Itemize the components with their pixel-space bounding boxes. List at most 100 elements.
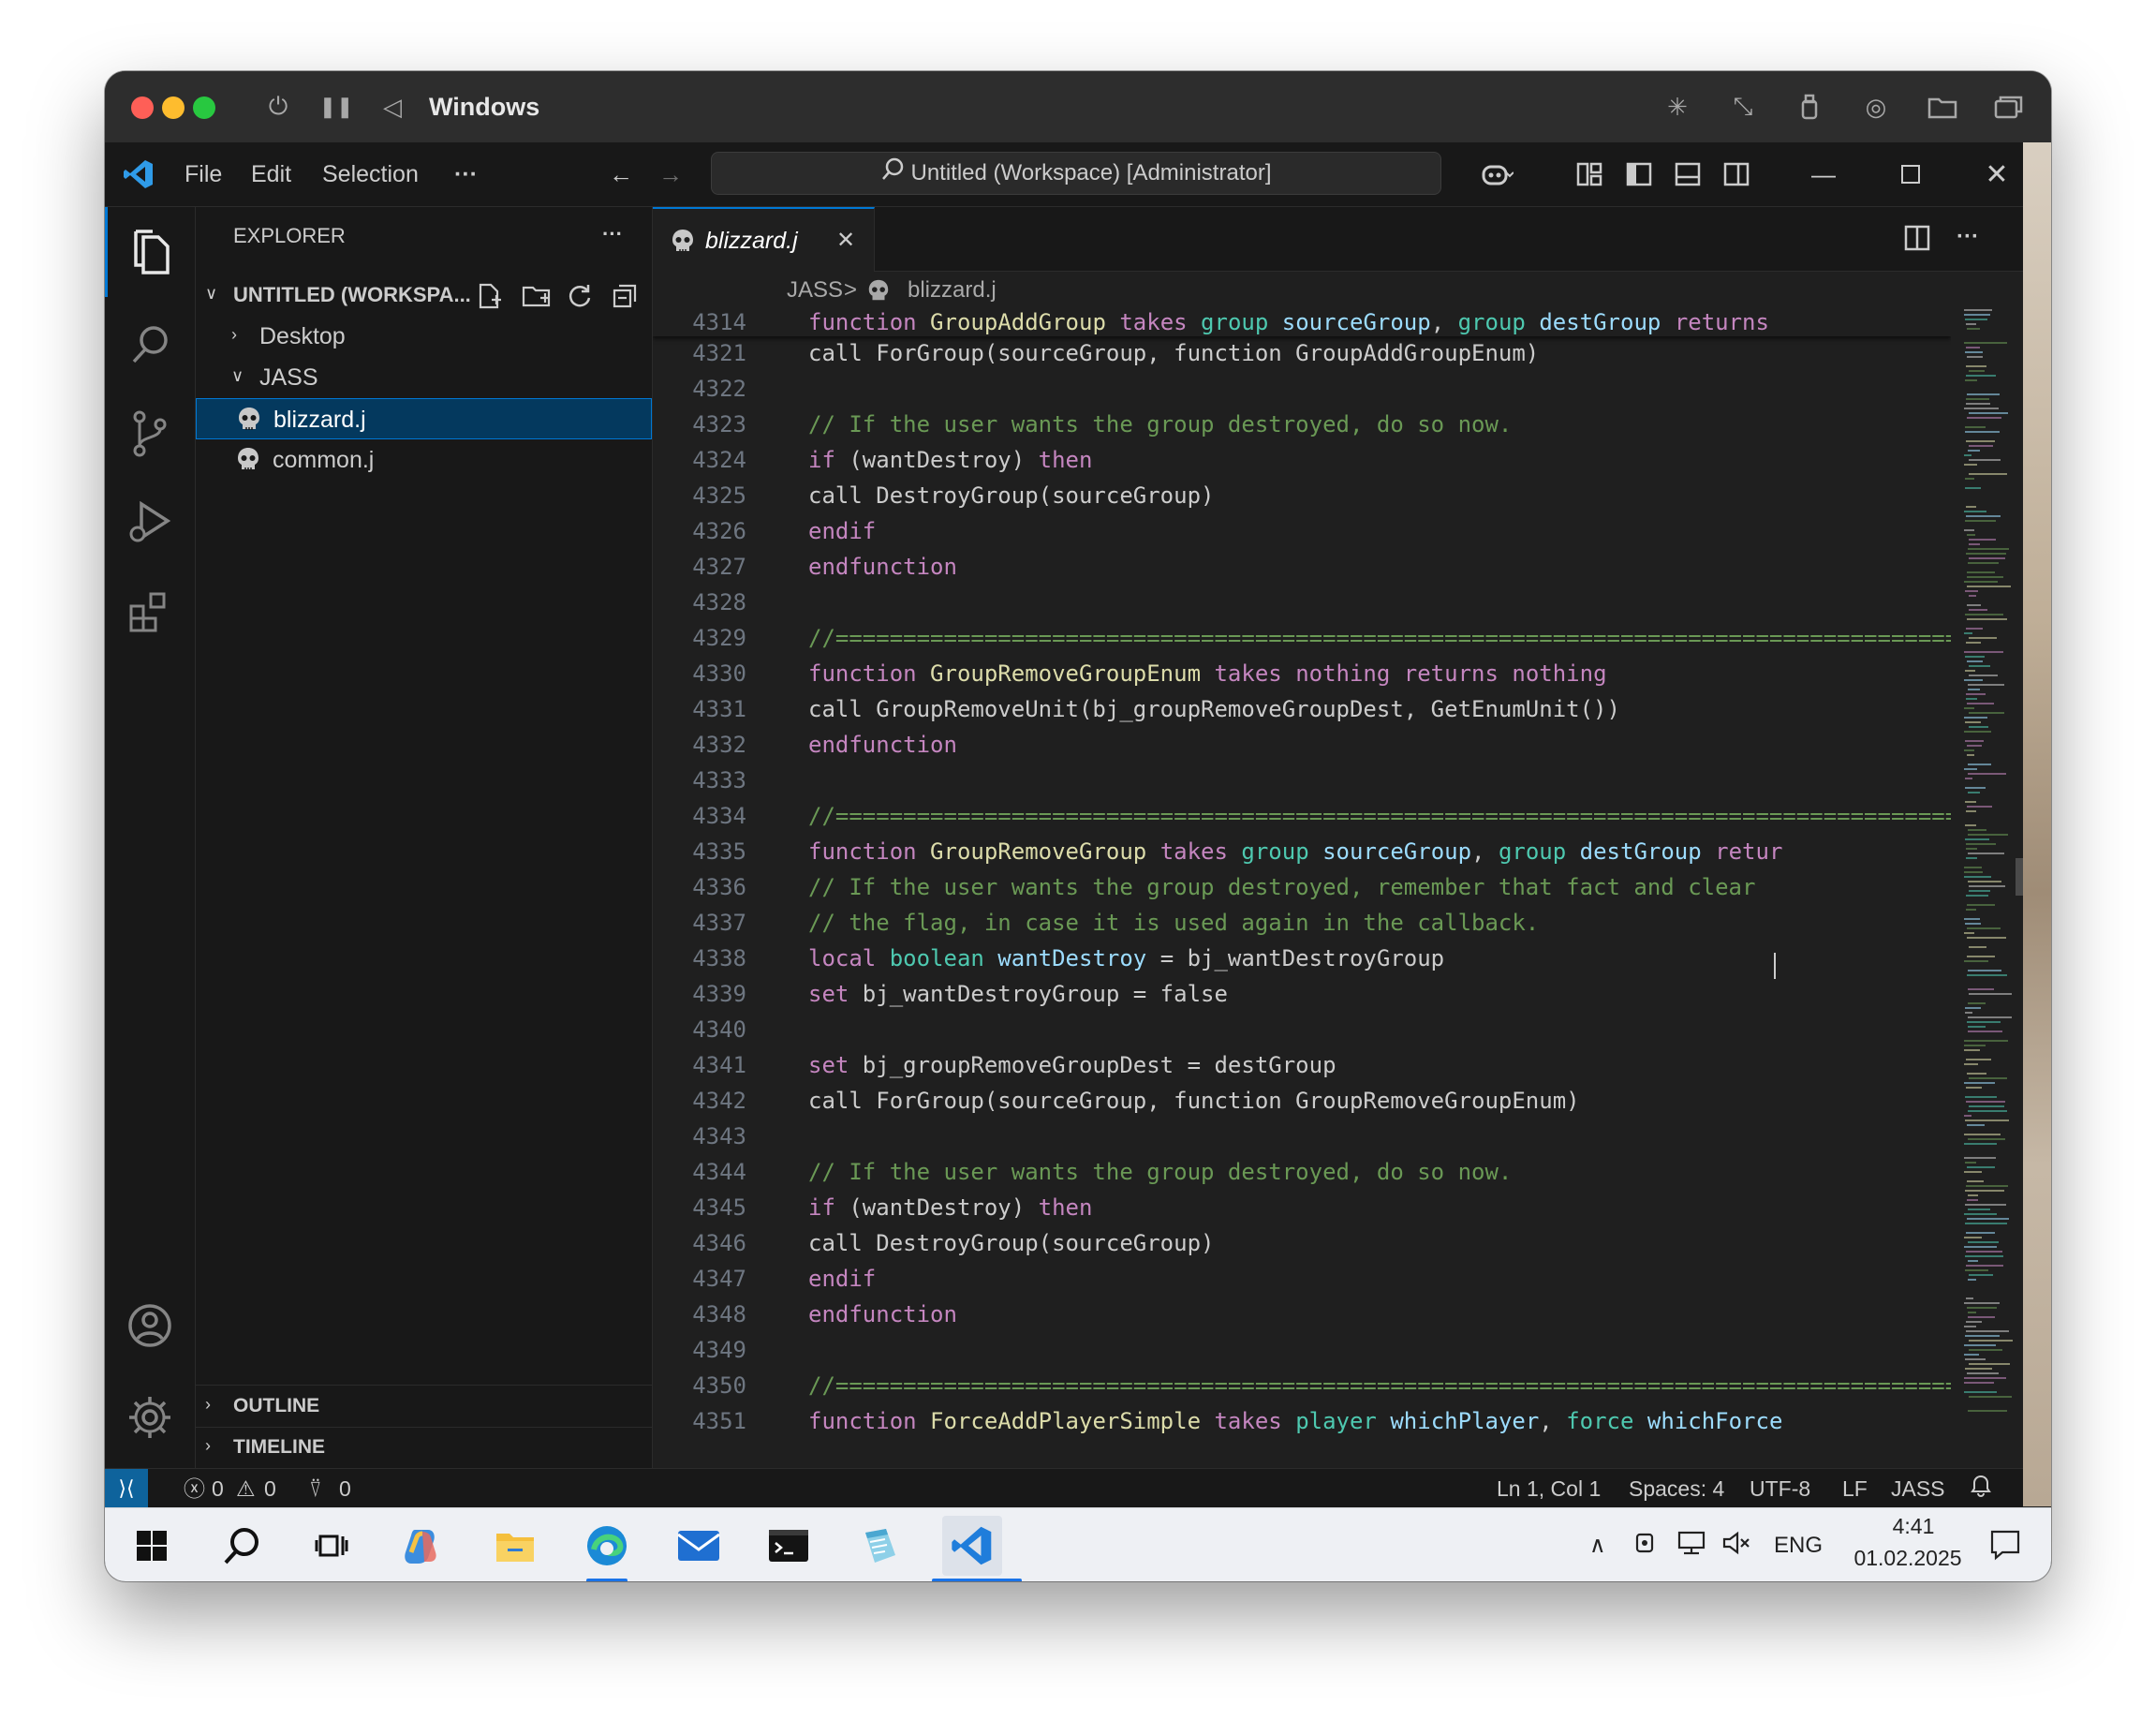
file-common[interactable]: common.j [196, 439, 652, 481]
code-line[interactable]: // If the user wants the group destroyed… [808, 1154, 1512, 1190]
error-count[interactable]: 0 [212, 1475, 224, 1503]
new-file-icon[interactable] [477, 283, 503, 314]
code-line[interactable]: function GroupRemoveGroup takes group so… [808, 834, 1782, 869]
search-icon[interactable] [212, 1516, 272, 1576]
back-icon[interactable]: ◁ [376, 90, 409, 124]
task-view-icon[interactable] [302, 1516, 362, 1576]
explorer-more-button[interactable]: ··· [602, 220, 623, 248]
outline-section[interactable]: › OUTLINE [196, 1386, 652, 1427]
maximize-icon[interactable] [1894, 157, 1927, 191]
remote-indicator[interactable]: ⟩⟨ [105, 1469, 148, 1508]
toggle-secondary-sidebar-icon[interactable] [1720, 157, 1753, 191]
code-line[interactable]: set bj_wantDestroyGroup = false [808, 976, 1228, 1012]
code-line[interactable]: call GroupRemoveUnit(bj_groupRemoveGroup… [808, 691, 1620, 727]
explorer-files-icon[interactable] [122, 224, 178, 280]
indentation[interactable]: Spaces: 4 [1629, 1475, 1724, 1503]
file-explorer-icon[interactable] [485, 1516, 545, 1576]
terminal-icon[interactable] [759, 1516, 819, 1576]
minimize-icon[interactable]: — [1807, 157, 1840, 191]
bell-icon[interactable] [1971, 1475, 1991, 1503]
code-line[interactable]: call DestroyGroup(sourceGroup) [808, 1225, 1214, 1261]
ports-count[interactable]: 0 [339, 1475, 351, 1503]
code-line[interactable]: function ForceAddPlayerSimple takes play… [808, 1403, 1782, 1439]
menu-edit[interactable]: Edit [251, 159, 291, 189]
folder-desktop[interactable]: › Desktop [196, 316, 652, 357]
gear-icon[interactable] [122, 1389, 178, 1446]
pause-icon[interactable]: ❚❚ [319, 90, 354, 124]
clock-time[interactable]: 4:41 [1862, 1510, 1965, 1542]
code-line[interactable]: endfunction [808, 727, 957, 763]
customize-layout-icon[interactable] [1573, 157, 1606, 191]
sticky-scroll-line[interactable]: 4314 function GroupAddGroup takes group s… [653, 309, 1951, 336]
cursor-position[interactable]: Ln 1, Col 1 [1497, 1475, 1601, 1503]
search-icon[interactable] [122, 316, 178, 372]
folder-icon[interactable] [1926, 90, 1959, 124]
command-center[interactable]: Untitled (Workspace) [Administrator] [711, 152, 1441, 195]
code-line[interactable]: local boolean wantDestroy = bj_wantDestr… [808, 941, 1444, 976]
volume-muted-icon[interactable] [1721, 1529, 1751, 1563]
eol[interactable]: LF [1842, 1475, 1868, 1503]
zoom-traffic-light[interactable] [193, 96, 215, 119]
collapse-all-icon[interactable] [612, 283, 638, 314]
scrollbar-thumb[interactable] [2016, 858, 2023, 896]
network-icon[interactable] [1676, 1529, 1706, 1563]
mail-icon[interactable] [669, 1516, 729, 1576]
code-line[interactable]: endfunction [808, 1297, 957, 1332]
code-area[interactable]: 4321 call ForGroup(sourceGroup, function … [653, 309, 1951, 1468]
code-line[interactable]: // If the user wants the group destroyed… [808, 869, 1755, 905]
notepad-icon[interactable] [850, 1516, 910, 1576]
vscode-icon[interactable] [942, 1516, 1002, 1576]
back-arrow-icon[interactable]: ← [604, 157, 638, 191]
code-line[interactable]: // If the user wants the group destroyed… [808, 407, 1512, 442]
input-language[interactable]: ENG [1774, 1529, 1823, 1563]
menu-more[interactable]: ··· [454, 159, 478, 189]
windows-icon[interactable] [1992, 90, 2026, 124]
code-line[interactable]: // the flag, in case it is used again in… [808, 905, 1539, 941]
resize-icon[interactable]: ⤡ [1726, 90, 1760, 124]
source-control-icon[interactable] [122, 406, 178, 462]
code-line[interactable]: //======================================… [808, 798, 1951, 834]
notification-center-icon[interactable] [1989, 1529, 2021, 1563]
toggle-panel-icon[interactable] [1671, 157, 1705, 191]
file-blizzard[interactable]: blizzard.j [196, 398, 652, 439]
editor-more-button[interactable]: ··· [1957, 222, 1979, 252]
brightness-icon[interactable]: ✳ [1661, 90, 1694, 124]
code-line[interactable]: call ForGroup(sourceGroup, function Grou… [808, 1083, 1580, 1119]
chevron-up-icon[interactable]: ∧ [1589, 1529, 1606, 1563]
clock-date[interactable]: 01.02.2025 [1838, 1542, 1978, 1574]
tab-blizzard[interactable]: blizzard.j ✕ [653, 207, 875, 272]
power-icon[interactable]: ⏻ [261, 90, 295, 124]
code-line[interactable]: //======================================… [808, 620, 1951, 656]
code-line[interactable]: endfunction [808, 549, 957, 585]
code-line[interactable]: if (wantDestroy) then [808, 1190, 1092, 1225]
workspace-header[interactable]: ∨ UNTITLED (WORKSPA... [196, 274, 652, 316]
close-tab-icon[interactable]: ✕ [836, 226, 855, 256]
code-line[interactable]: endif [808, 1261, 876, 1297]
code-line[interactable]: //======================================… [808, 1368, 1951, 1403]
forward-arrow-icon[interactable]: → [654, 157, 687, 191]
breadcrumb-file[interactable]: blizzard.j [908, 275, 997, 305]
meet-now-icon[interactable] [1633, 1529, 1658, 1563]
folder-jass[interactable]: ∨ JASS [196, 357, 652, 398]
minimize-traffic-light[interactable] [162, 96, 185, 119]
code-line[interactable]: if (wantDestroy) then [808, 442, 1092, 478]
breadcrumb-folder[interactable]: JASS [787, 275, 843, 305]
code-line[interactable]: call ForGroup(sourceGroup, function Grou… [808, 335, 1539, 371]
share-icon[interactable]: ◎ [1859, 90, 1893, 124]
run-and-debug-icon[interactable] [122, 494, 178, 550]
copilot-icon[interactable] [1465, 157, 1530, 191]
encoding[interactable]: UTF-8 [1750, 1475, 1810, 1503]
edge-icon[interactable] [577, 1516, 637, 1576]
menu-selection[interactable]: Selection [322, 159, 419, 189]
warning-count[interactable]: 0 [264, 1475, 276, 1503]
windows-start-icon[interactable] [122, 1516, 182, 1576]
split-editor-icon[interactable] [1903, 224, 1931, 257]
toggle-primary-sidebar-icon[interactable] [1622, 157, 1656, 191]
new-folder-icon[interactable] [522, 283, 552, 314]
copilot-icon[interactable] [393, 1516, 453, 1576]
language-mode[interactable]: JASS [1891, 1475, 1945, 1503]
minimap[interactable] [1964, 309, 2013, 1468]
close-window-icon[interactable]: ✕ [1980, 157, 2014, 191]
close-traffic-light[interactable] [131, 96, 154, 119]
code-line[interactable]: function GroupRemoveGroupEnum takes noth… [808, 656, 1607, 691]
